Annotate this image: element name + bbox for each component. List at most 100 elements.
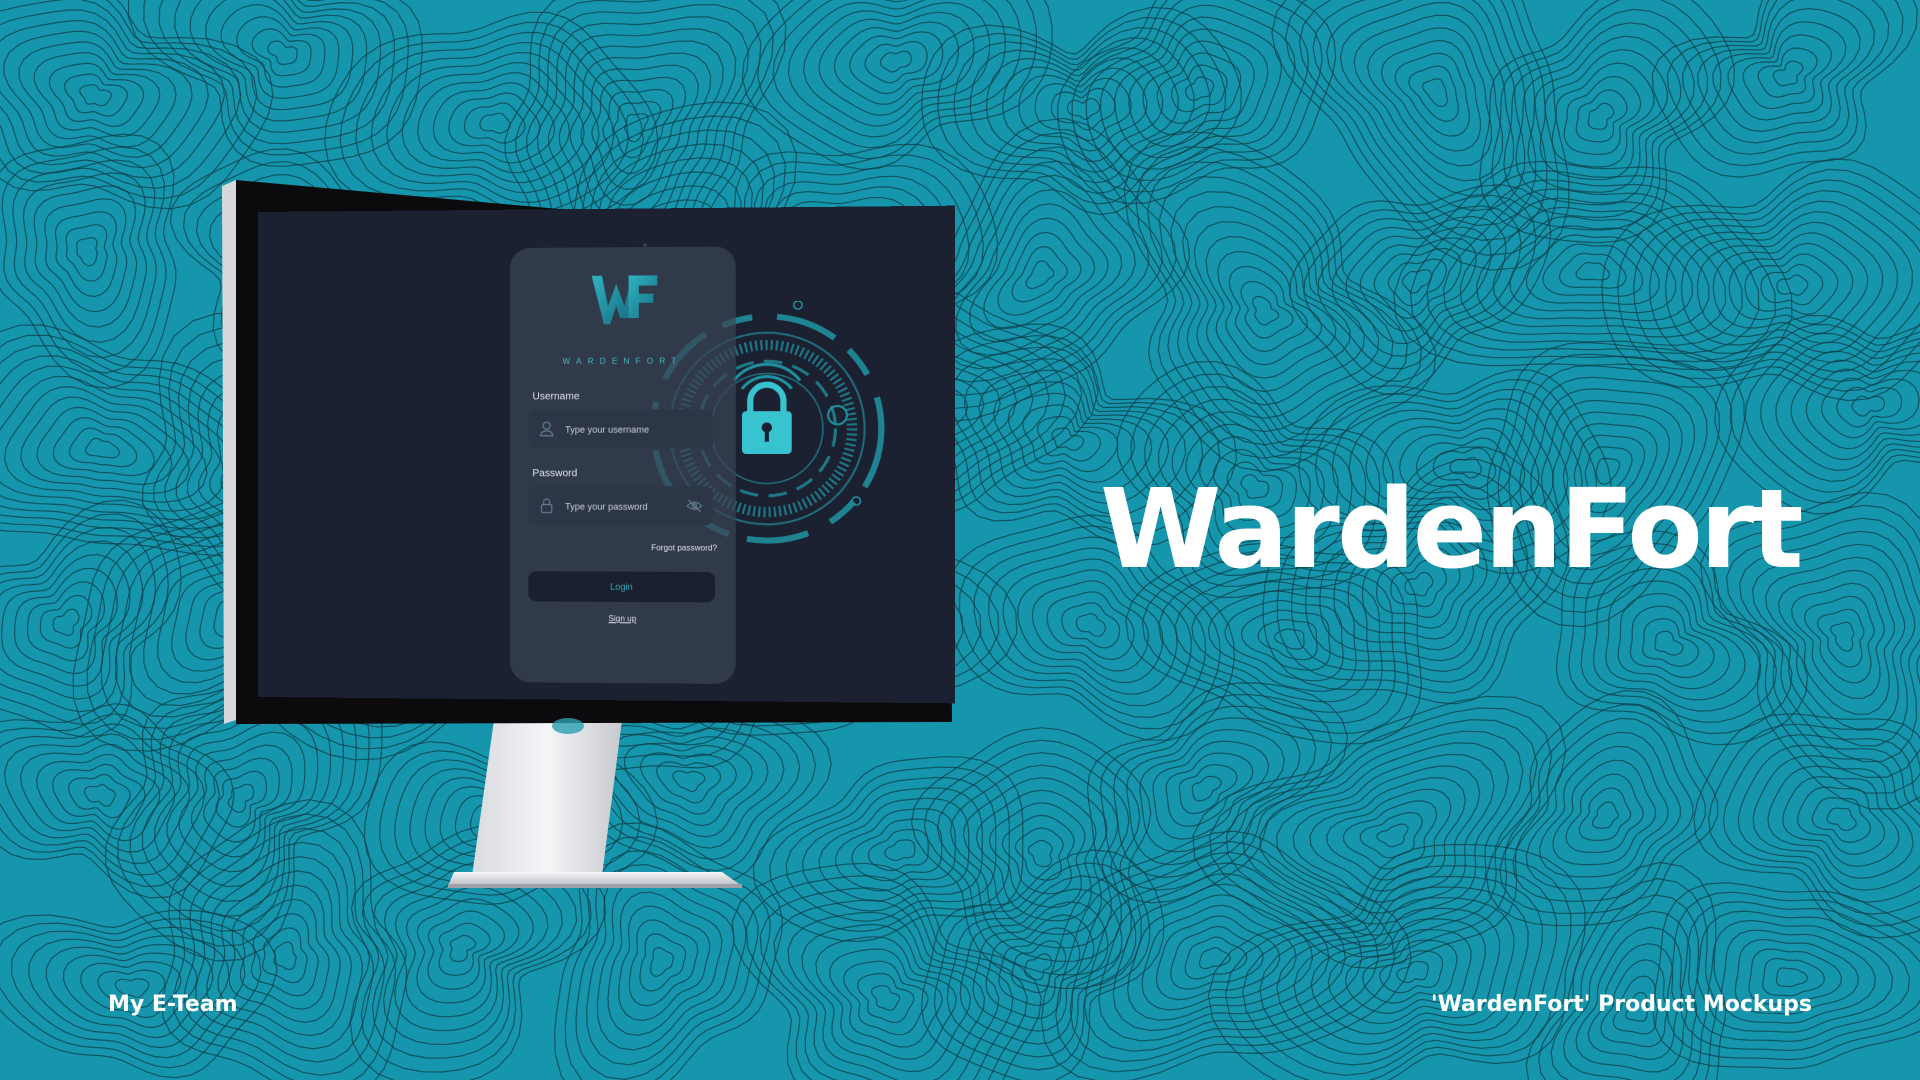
- contour-line: [997, 231, 1082, 316]
- contour-line: [18, 41, 177, 148]
- contour-line: [1776, 274, 1809, 296]
- contour-line: [1376, 823, 1409, 848]
- contour-line: [1696, 221, 1884, 344]
- contour-line: [448, 92, 541, 154]
- password-input[interactable]: [563, 486, 691, 528]
- contour-line: [843, 960, 929, 1036]
- contour-line: [628, 919, 699, 1007]
- contour-line: [228, 884, 341, 1024]
- contour-line: [52, 608, 80, 637]
- eye-off-icon[interactable]: [686, 499, 703, 513]
- contour-line: [818, 11, 975, 116]
- login-button[interactable]: Login: [528, 571, 716, 603]
- wardenfort-logo-icon: [591, 275, 658, 325]
- contour-line: [67, 773, 131, 819]
- contour-line: [1760, 341, 1920, 482]
- contour-line: [1421, 78, 1448, 108]
- contour-line: [76, 237, 98, 267]
- contour-line: [1722, 734, 1920, 915]
- contour-line: [0, 355, 261, 530]
- contour-line: [833, 21, 959, 106]
- contour-line: [1275, 753, 1495, 914]
- contour-line: [51, 763, 146, 830]
- contour-line: [864, 40, 928, 84]
- contour-line: [1240, 280, 1294, 339]
- sign-up-link[interactable]: Sign up: [510, 613, 736, 623]
- contour-line: [1027, 839, 1053, 868]
- contour-line: [20, 396, 191, 495]
- contour-line: [1225, 718, 1538, 947]
- screen: WARDENFORT Username Password: [258, 205, 955, 704]
- forgot-password-link[interactable]: Forgot password?: [651, 543, 717, 552]
- contour-line: [416, 898, 520, 1004]
- contour-line: [1339, 1, 1515, 197]
- contour-line: [1396, 960, 1429, 984]
- contour-line: [1782, 775, 1900, 867]
- contour-line: [985, 47, 1179, 173]
- contour-line: [49, 62, 145, 128]
- contour-line: [64, 73, 129, 117]
- contour-line: [12, 159, 157, 359]
- contour-line: [1031, 580, 1149, 672]
- contour-line: [1252, 295, 1280, 326]
- contour-line: [68, 427, 138, 468]
- contour-line: [1728, 242, 1854, 325]
- contour-line: [1679, 901, 1920, 1052]
- contour-line: [1617, 592, 1731, 690]
- contour-line: [1605, 580, 1746, 701]
- contour-line: [983, 217, 1096, 330]
- contour-line: [1075, 613, 1106, 637]
- contour-line: [1353, 14, 1504, 182]
- contour-line: [1591, 801, 1619, 829]
- contour-line: [1217, 250, 1323, 366]
- lock-icon: [540, 497, 554, 513]
- contour-line: [1542, 243, 1644, 297]
- contour-line: [1342, 800, 1438, 870]
- contour-line: [1575, 89, 1628, 143]
- contour-line: [1587, 102, 1615, 130]
- contour-line: [1558, 252, 1627, 289]
- brand-wordmark: WARDENFORT: [562, 356, 683, 367]
- contour-line: [267, 40, 298, 65]
- contour-line: [1762, 957, 1825, 997]
- contour-line: [1642, 618, 1700, 667]
- contour-line: [3, 733, 191, 865]
- password-field[interactable]: [528, 486, 714, 528]
- contour-line: [1803, 595, 1875, 684]
- contour-line: [479, 112, 511, 134]
- contour-line: [1836, 386, 1903, 428]
- contour-line: [1170, 925, 1264, 990]
- contour-line: [84, 437, 120, 459]
- contour-line: [427, 910, 506, 990]
- contour-line: [1790, 582, 1885, 700]
- contour-line: [1123, 131, 1437, 473]
- contour-line: [65, 224, 108, 282]
- contour-line: [927, 160, 1150, 383]
- contour-line: [1752, 755, 1920, 891]
- contour-line: [174, 0, 382, 134]
- contour-line: [1259, 742, 1510, 925]
- password-label: Password: [532, 468, 578, 480]
- contour-line: [22, 172, 148, 344]
- contour-line: [1772, 60, 1804, 87]
- padlock-icon: [742, 385, 792, 454]
- contour-line: [787, 0, 1006, 138]
- contour-line: [19, 743, 176, 853]
- contour-line: [1034, 77, 1132, 142]
- contour-line: [449, 934, 477, 963]
- contour-line: [83, 783, 117, 807]
- contour-line: [33, 185, 138, 328]
- contour-line: [1025, 260, 1055, 290]
- username-label: Username: [532, 391, 580, 403]
- contour-line: [745, 874, 1028, 1080]
- contour-line: [1525, 731, 1681, 890]
- contour-line: [1112, 883, 1330, 1032]
- user-icon: [540, 421, 554, 437]
- contour-line: [1373, 247, 1462, 319]
- contour-line: [1135, 146, 1423, 459]
- contour-line: [205, 0, 354, 111]
- username-field[interactable]: [528, 409, 714, 450]
- login-card: WARDENFORT Username Password: [510, 246, 736, 685]
- username-input[interactable]: [563, 409, 691, 450]
- contour-line: [1156, 52, 1242, 124]
